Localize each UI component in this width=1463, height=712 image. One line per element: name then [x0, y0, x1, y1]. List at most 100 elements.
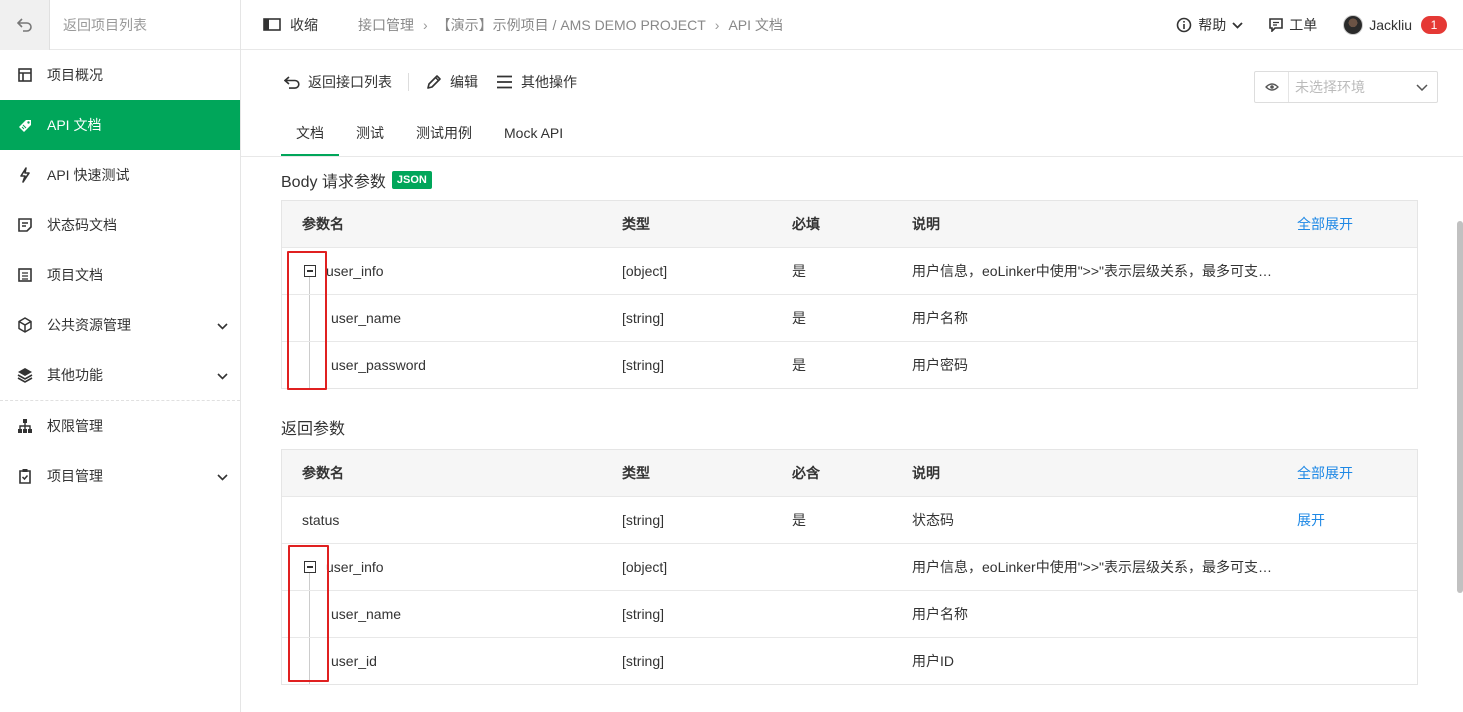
environment-select[interactable]: 未选择环境 [1254, 71, 1438, 103]
sidebar-item-overview[interactable]: 项目概况 [0, 50, 240, 100]
menu-icon [496, 75, 513, 89]
param-description: 状态码 [912, 512, 954, 528]
param-type: [string] [622, 357, 665, 373]
sidebar-item-public-resources[interactable]: 公共资源管理 [0, 300, 240, 350]
breadcrumb-item-current: API 文档 [728, 16, 783, 33]
edit-button[interactable]: 编辑 [426, 72, 478, 92]
user-menu[interactable]: Jackliu 1 [1343, 15, 1447, 35]
breadcrumb-item[interactable]: 【演示】示例项目 / AMS DEMO PROJECT [437, 15, 706, 35]
tag-icon [17, 117, 33, 133]
collapse-label: 收缩 [290, 16, 318, 33]
col-description: 说明 [912, 465, 940, 481]
sidebar-item-project-management[interactable]: 项目管理 [0, 451, 240, 501]
layers-icon [17, 367, 33, 383]
sidebar-item-label: API 文档 [47, 117, 102, 133]
notification-badge[interactable]: 1 [1421, 16, 1447, 34]
toolbar-divider [408, 73, 409, 91]
table-row: status [string] 是 状态码 展开 [282, 496, 1417, 543]
expand-all-link[interactable]: 全部展开 [1297, 463, 1353, 483]
param-required: 是 [792, 512, 806, 528]
expand-link[interactable]: 展开 [1297, 510, 1325, 530]
param-name: user_password [331, 357, 426, 373]
param-name: user_name [331, 310, 402, 326]
param-description: 用户名称 [912, 606, 968, 622]
chevron-down-icon [1416, 83, 1428, 91]
vertical-scrollbar[interactable] [1457, 221, 1463, 593]
table-row: user_name [string] 是 用户名称 [282, 294, 1417, 341]
pencil-icon [426, 74, 442, 90]
param-type: [string] [622, 606, 665, 622]
tab-mock-api[interactable]: Mock API [489, 113, 578, 156]
sidebar-item-label: 项目管理 [47, 468, 103, 484]
param-name: status [302, 512, 340, 528]
chevron-down-icon [217, 317, 228, 333]
param-type: [string] [622, 653, 665, 669]
collapse-button[interactable]: 收缩 [263, 15, 318, 35]
dashboard-icon [17, 67, 33, 83]
more-actions-button[interactable]: 其他操作 [496, 72, 577, 92]
help-menu[interactable]: 帮助 [1176, 15, 1243, 35]
back-to-api-list-button[interactable]: 返回接口列表 [284, 72, 392, 92]
chevron-down-icon [1232, 21, 1243, 29]
sidebar-item-project-docs[interactable]: 项目文档 [0, 250, 240, 300]
environment-placeholder: 未选择环境 [1295, 79, 1365, 95]
sidebar-item-api-docs[interactable]: API 文档 [0, 100, 240, 150]
body-params-title-row: Body 请求参数 JSON [281, 168, 432, 192]
edit-label: 编辑 [450, 74, 478, 90]
tab-test[interactable]: 测试 [341, 113, 399, 156]
highlight-box [287, 251, 327, 390]
col-required: 必填 [792, 216, 820, 232]
sidebar-item-label: 其他功能 [47, 367, 103, 383]
response-params-title: 返回参数 [281, 421, 346, 438]
json-tag: JSON [391, 171, 432, 189]
tab-test-cases[interactable]: 测试用例 [401, 113, 487, 156]
param-type: [object] [622, 263, 668, 279]
sidebar-item-label: 项目文档 [47, 267, 103, 283]
body-params-title: Body 请求参数 [281, 174, 386, 191]
sidebar-item-status-codes[interactable]: 状态码文档 [0, 200, 240, 250]
col-param-name: 参数名 [302, 216, 344, 232]
api-toolbar: 返回接口列表 编辑 其他操作 [284, 71, 577, 93]
param-description: 用户信息，eoLinker中使用">>"表示层级关系，最多可支… [912, 263, 1272, 279]
doc-tabs: 文档 测试 测试用例 Mock API [281, 113, 580, 156]
param-description: 用户密码 [912, 357, 968, 373]
param-name: user_info [326, 263, 384, 279]
back-to-api-list-label: 返回接口列表 [308, 74, 392, 90]
document-icon [17, 217, 33, 233]
table-header: 参数名 类型 必含 说明 全部展开 [282, 450, 1417, 496]
sidebar-item-quick-test[interactable]: API 快速测试 [0, 150, 240, 200]
help-label: 帮助 [1198, 17, 1227, 33]
param-required: 是 [792, 357, 806, 373]
param-required: 是 [792, 263, 806, 279]
breadcrumb-item[interactable]: 接口管理 [358, 15, 414, 35]
highlight-box [288, 545, 329, 682]
tabs-divider [241, 156, 1463, 157]
param-name: user_info [326, 559, 384, 575]
sidebar-item-label: API 快速测试 [47, 167, 130, 183]
table-row: user_name [string] 用户名称 [282, 590, 1417, 637]
back-to-project-list[interactable]: 返回项目列表 [0, 0, 240, 50]
sidebar-item-other-features[interactable]: 其他功能 [0, 350, 240, 400]
expand-all-link[interactable]: 全部展开 [1297, 214, 1353, 234]
top-header: 收缩 接口管理 › 【演示】示例项目 / AMS DEMO PROJECT › … [241, 0, 1463, 50]
param-name: user_name [331, 606, 402, 622]
response-params-title-row: 返回参数 [281, 415, 345, 439]
sidebar-item-permissions[interactable]: 权限管理 [0, 401, 240, 451]
back-arrow-icon[interactable] [0, 0, 50, 50]
back-label[interactable]: 返回项目列表 [63, 15, 147, 35]
table-header: 参数名 类型 必填 说明 全部展开 [282, 201, 1417, 247]
param-type: [string] [622, 512, 665, 528]
table-row: user_info [object] 是 用户信息，eoLinker中使用">>… [282, 247, 1417, 294]
body-params-table: 参数名 类型 必填 说明 全部展开 user_info [object] 是 用… [281, 200, 1418, 389]
collapse-icon [263, 18, 281, 31]
sidebar-item-label: 权限管理 [47, 418, 103, 434]
ticket-label: 工单 [1289, 17, 1318, 33]
avatar [1343, 15, 1364, 35]
param-type: [string] [622, 310, 665, 326]
chevron-down-icon [217, 468, 228, 484]
tab-docs[interactable]: 文档 [281, 113, 339, 156]
ticket-button[interactable]: 工单 [1269, 15, 1317, 35]
info-icon [1176, 17, 1192, 33]
breadcrumb-separator-icon: › [714, 16, 720, 33]
col-description: 说明 [912, 216, 940, 232]
